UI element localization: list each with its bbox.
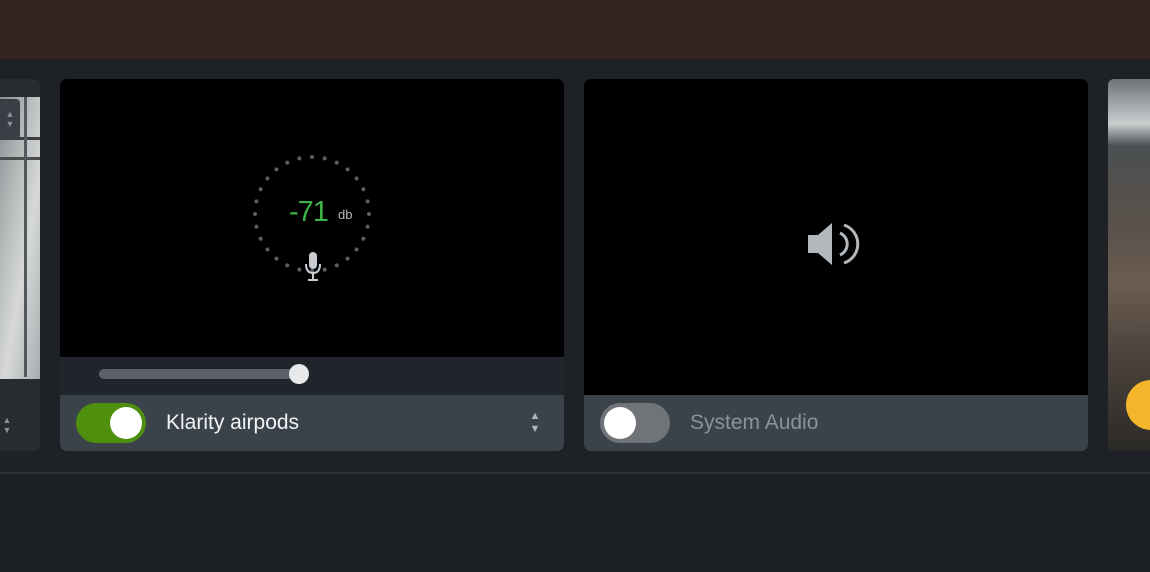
microphone-source-card: -71 db Klarity airpods ▲ ▼	[60, 79, 564, 451]
level-meter-dot	[345, 167, 350, 172]
speaker-icon	[808, 223, 860, 265]
level-meter-dot	[265, 176, 270, 181]
level-meter-dot	[334, 263, 339, 268]
level-meter-dot	[254, 199, 259, 204]
level-meter-dot	[285, 263, 290, 268]
toggle-knob	[604, 407, 636, 439]
level-meter-dot	[258, 236, 263, 241]
level-meter-dot	[365, 224, 370, 229]
top-bar	[0, 0, 1150, 59]
level-meter-dot	[253, 212, 257, 216]
bottom-panel	[0, 474, 1150, 572]
camera-preview	[0, 97, 40, 379]
camera-source-card[interactable]: ▲ ▼ ▲ ▼	[0, 79, 40, 451]
system-audio-footer: System Audio	[584, 395, 1088, 451]
up-down-stepper-icon[interactable]: ▲ ▼	[528, 409, 542, 437]
volume-slider-thumb[interactable]	[288, 364, 309, 384]
system-audio-toggle[interactable]	[600, 403, 670, 443]
level-meter-dot	[361, 236, 366, 241]
window-frame	[0, 157, 40, 160]
level-meter-dot	[297, 267, 302, 272]
mic-level-value: -71	[289, 196, 329, 228]
mic-enable-toggle[interactable]	[76, 403, 146, 443]
level-meter-dot	[274, 167, 279, 172]
camera-source-card[interactable]	[1108, 79, 1150, 451]
level-meter-dot	[297, 156, 302, 161]
mic-level-preview: -71 db	[60, 79, 564, 357]
level-meter-dot	[345, 256, 350, 261]
volume-slider[interactable]	[99, 364, 309, 384]
mic-card-footer: Klarity airpods ▲ ▼	[60, 395, 564, 451]
up-down-stepper-icon[interactable]: ▲ ▼	[0, 99, 20, 139]
level-meter-dot	[367, 212, 371, 216]
level-meter-dot	[310, 155, 314, 159]
up-down-stepper-icon[interactable]: ▲ ▼	[0, 405, 14, 445]
mic-level-unit: db	[338, 207, 353, 222]
system-audio-preview	[584, 79, 1088, 395]
system-audio-source-card: System Audio	[584, 79, 1088, 451]
toggle-knob	[110, 407, 142, 439]
level-meter-dot	[322, 156, 327, 161]
level-meter-dot	[361, 187, 366, 192]
level-meter-dot	[258, 187, 263, 192]
level-meter-dot	[354, 176, 359, 181]
level-meter-dot	[334, 160, 339, 165]
window-frame	[24, 97, 27, 377]
level-meter-dot	[365, 199, 370, 204]
level-meter-dot	[274, 256, 279, 261]
volume-slider-fill	[99, 369, 299, 379]
level-meter-dot	[265, 247, 270, 252]
mic-device-label[interactable]: Klarity airpods	[166, 411, 299, 435]
system-audio-label: System Audio	[690, 411, 819, 434]
level-meter-dot	[285, 160, 290, 165]
level-meter-dot	[254, 224, 259, 229]
microphone-icon	[305, 252, 321, 281]
level-meter-dot	[354, 247, 359, 252]
level-meter-dot	[322, 267, 327, 272]
